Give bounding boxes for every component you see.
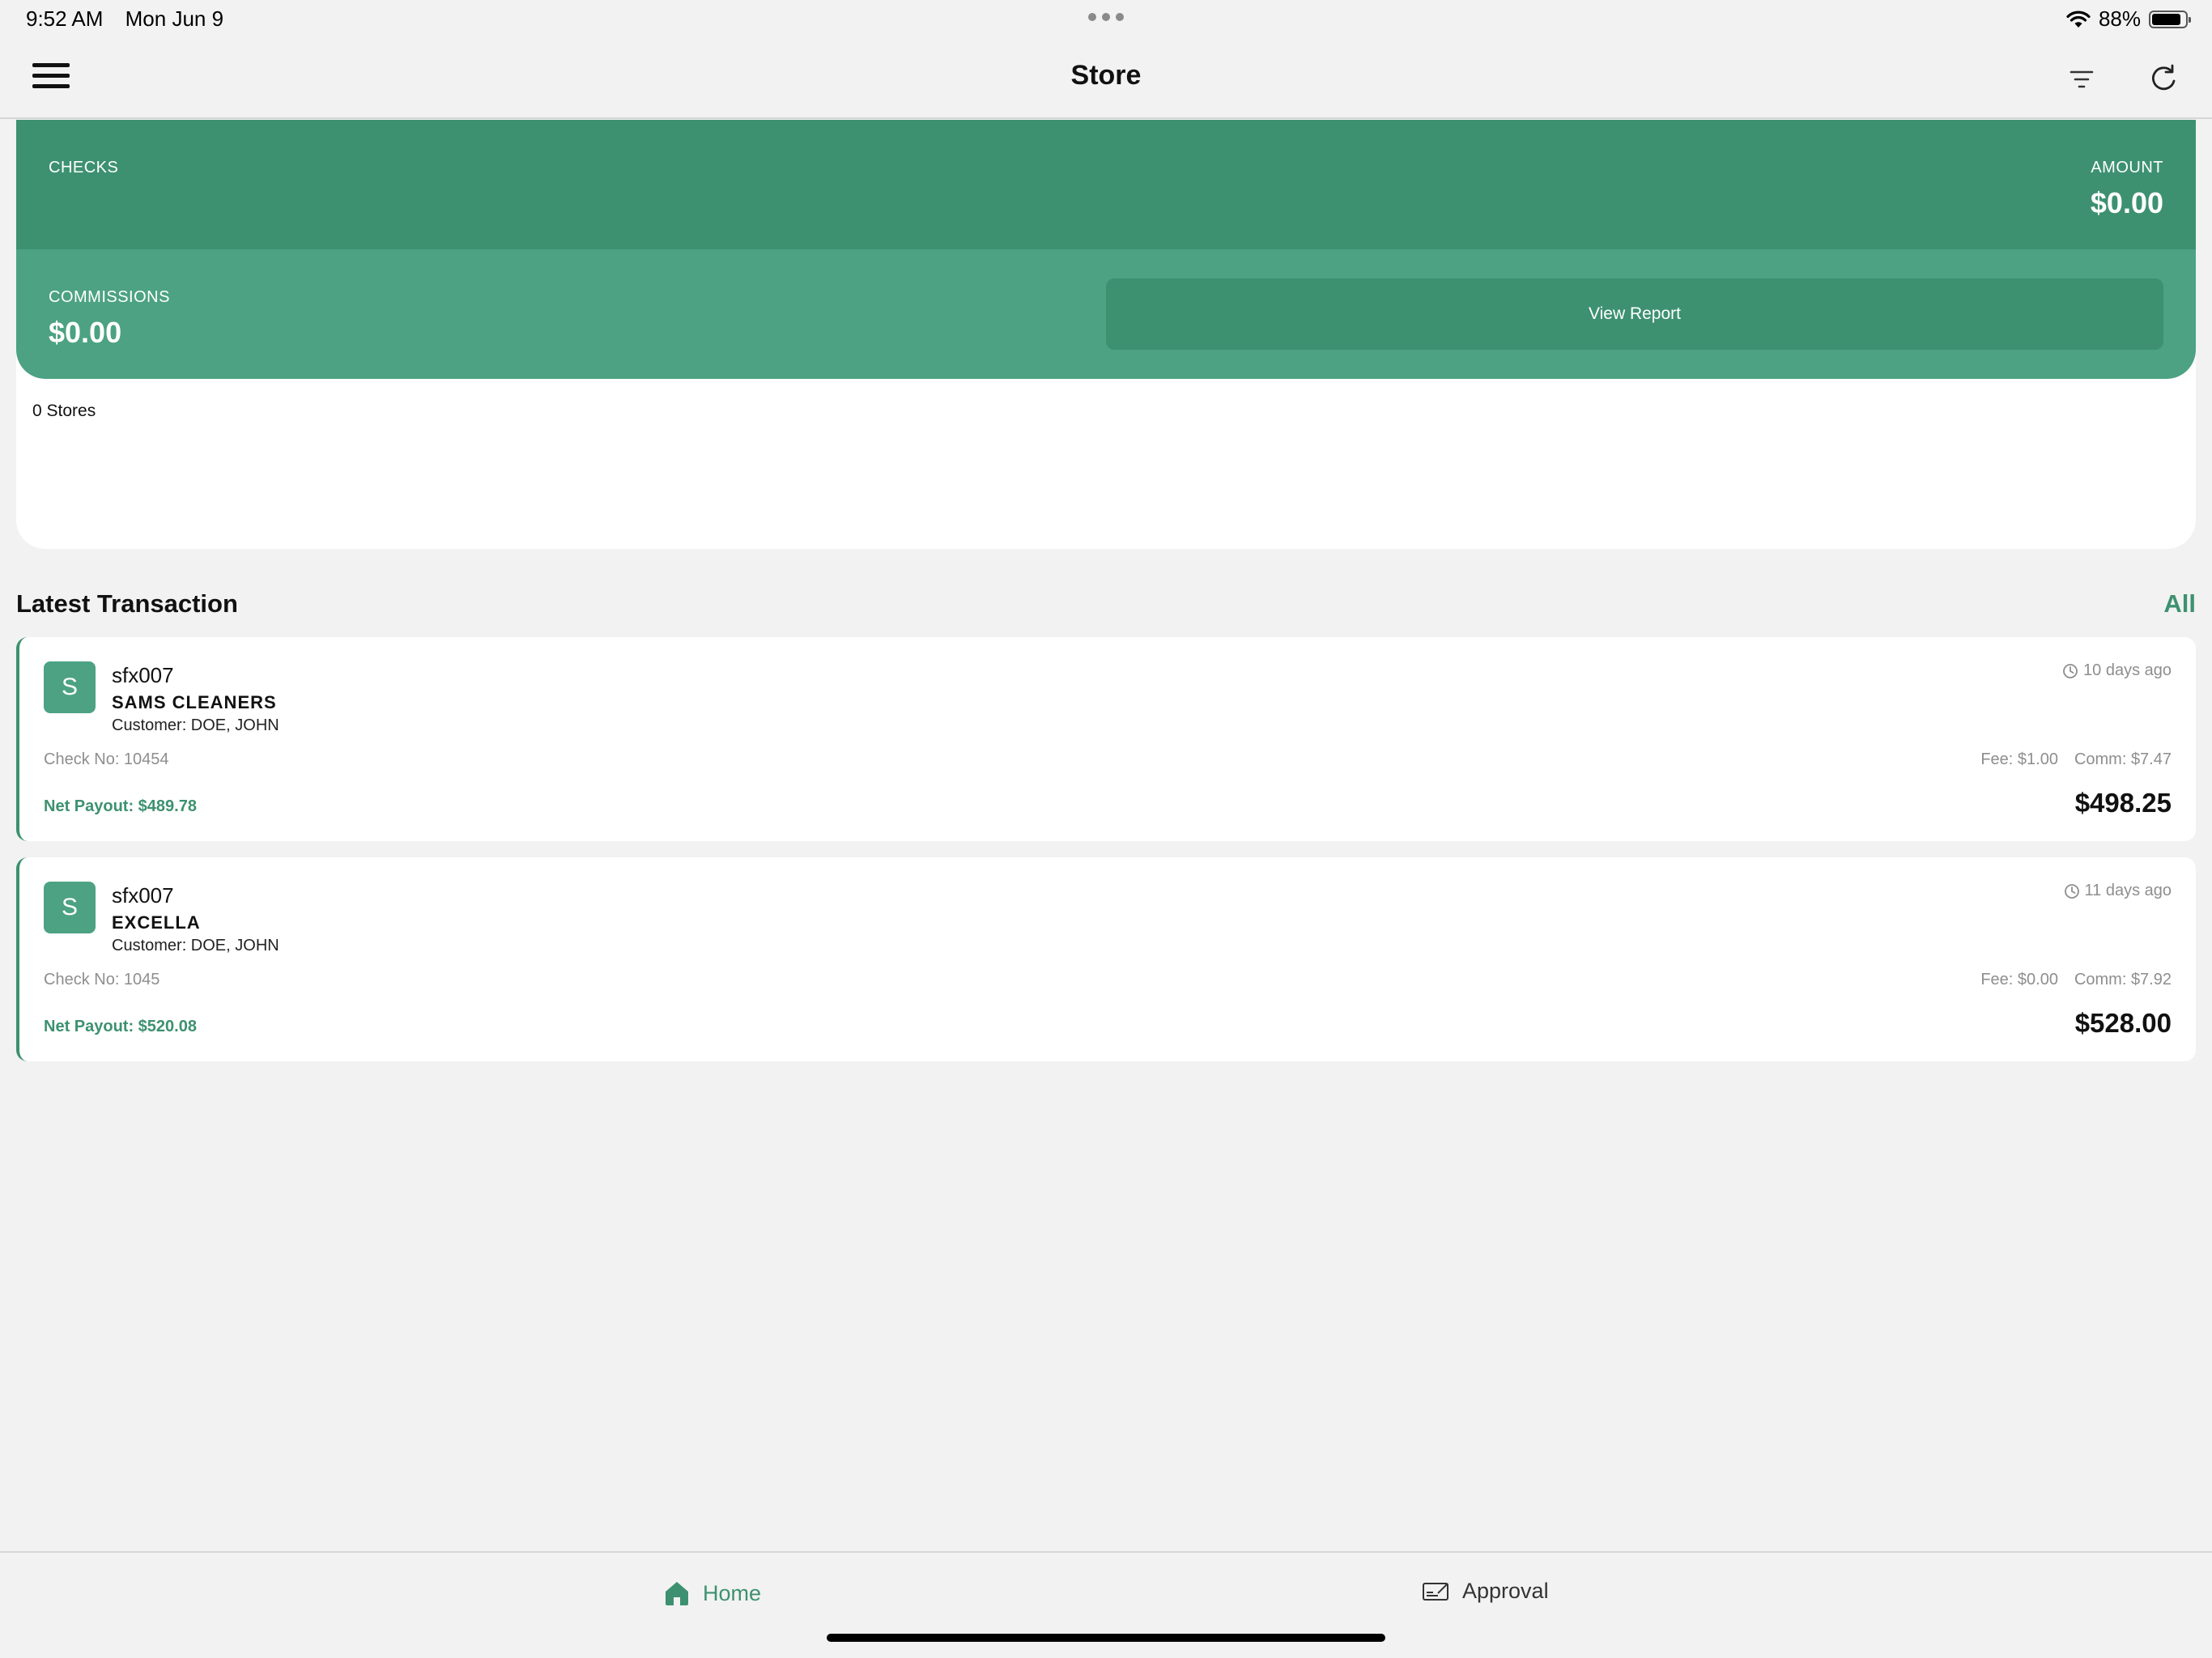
battery-percent: 88% <box>2098 6 2141 31</box>
battery-icon <box>2149 10 2191 28</box>
status-date: Mon Jun 9 <box>125 6 224 31</box>
transaction-comm: Comm: $7.92 <box>2074 971 2172 988</box>
page-title: Store <box>1070 60 1142 91</box>
transaction-time: 10 days ago <box>2062 661 2172 680</box>
transaction-amount: $528.00 <box>2074 1008 2172 1038</box>
transaction-check-no: Check No: 1045 <box>44 971 160 988</box>
wifi-icon <box>2066 11 2091 28</box>
transaction-check-no: Check No: 10454 <box>44 750 169 768</box>
transaction-fee: Fee: $1.00 <box>1980 750 2058 768</box>
view-report-button[interactable]: View Report <box>1106 278 2163 350</box>
tab-home[interactable]: Home <box>662 1579 761 1608</box>
clock-icon <box>2064 883 2079 899</box>
checks-label: CHECKS <box>49 159 119 176</box>
transaction-customer: Customer: DOE, JOHN <box>112 716 279 734</box>
tab-home-label: Home <box>703 1580 762 1605</box>
transaction-customer: Customer: DOE, JOHN <box>112 937 279 954</box>
tab-approval-label: Approval <box>1462 1579 1549 1603</box>
transaction-store-name: EXCELLA <box>112 912 201 933</box>
transaction-time-ago: 11 days ago <box>2084 882 2172 899</box>
status-indicators: 88% <box>2066 6 2191 32</box>
transaction-store-id: sfx007 <box>112 883 174 908</box>
status-time: 9:52 AM <box>26 6 104 31</box>
transaction-net-payout: Net Payout: $520.08 <box>44 1018 197 1035</box>
home-icon <box>666 1582 688 1605</box>
all-transactions-link[interactable]: All <box>2163 589 2196 619</box>
nav-bar: Store <box>0 40 2212 119</box>
transaction-card[interactable]: S sfx007 EXCELLA Customer: DOE, JOHN Che… <box>16 857 2196 1061</box>
transaction-comm: Comm: $7.47 <box>2074 750 2172 768</box>
multitasking-dots-icon[interactable] <box>1088 13 1124 21</box>
filter-icon[interactable] <box>2067 65 2096 94</box>
refresh-icon[interactable] <box>2147 63 2180 96</box>
transaction-net-payout: Net Payout: $489.78 <box>44 797 197 815</box>
summary-commissions-row: COMMISSIONS $0.00 View Report <box>16 249 2196 379</box>
amount-value: $0.00 <box>2090 186 2163 219</box>
battery-fill <box>2152 13 2181 25</box>
amount-label: AMOUNT <box>2091 159 2163 176</box>
latest-transaction-title: Latest Transaction <box>16 589 238 618</box>
tab-approval[interactable]: Approval <box>1422 1579 1549 1604</box>
transaction-fee: Fee: $0.00 <box>1980 971 2058 988</box>
home-indicator[interactable] <box>827 1634 1385 1642</box>
check-card-icon <box>1423 1582 1448 1601</box>
status-time-date: 9:52 AM Mon Jun 9 <box>26 6 240 32</box>
summary-card: CHECKS AMOUNT $0.00 COMMISSIONS $0.00 Vi… <box>16 120 2196 549</box>
transaction-card[interactable]: S sfx007 SAMS CLEANERS Customer: DOE, JO… <box>16 637 2196 841</box>
summary-checks-row: CHECKS AMOUNT $0.00 <box>16 120 2196 249</box>
stores-count: 0 Stores <box>32 402 96 420</box>
transaction-store-id: sfx007 <box>112 663 174 687</box>
hamburger-menu-icon[interactable] <box>32 63 70 92</box>
tab-bar: Home Approval <box>0 1551 2212 1658</box>
transaction-time-ago: 10 days ago <box>2083 661 2172 679</box>
store-avatar: S <box>44 661 96 713</box>
transaction-store-name: SAMS CLEANERS <box>112 692 277 712</box>
commissions-label: COMMISSIONS <box>49 288 170 306</box>
store-avatar: S <box>44 882 96 933</box>
transaction-fees: Fee: $0.00 Comm: $7.92 <box>1980 971 2172 989</box>
transaction-amount: $498.25 <box>2074 788 2172 818</box>
transaction-time: 11 days ago <box>2064 882 2172 900</box>
clock-icon <box>2063 663 2078 678</box>
transaction-fees: Fee: $1.00 Comm: $7.47 <box>1980 750 2172 769</box>
status-bar: 9:52 AM Mon Jun 9 88% <box>0 0 2212 40</box>
commissions-value: $0.00 <box>49 316 122 349</box>
